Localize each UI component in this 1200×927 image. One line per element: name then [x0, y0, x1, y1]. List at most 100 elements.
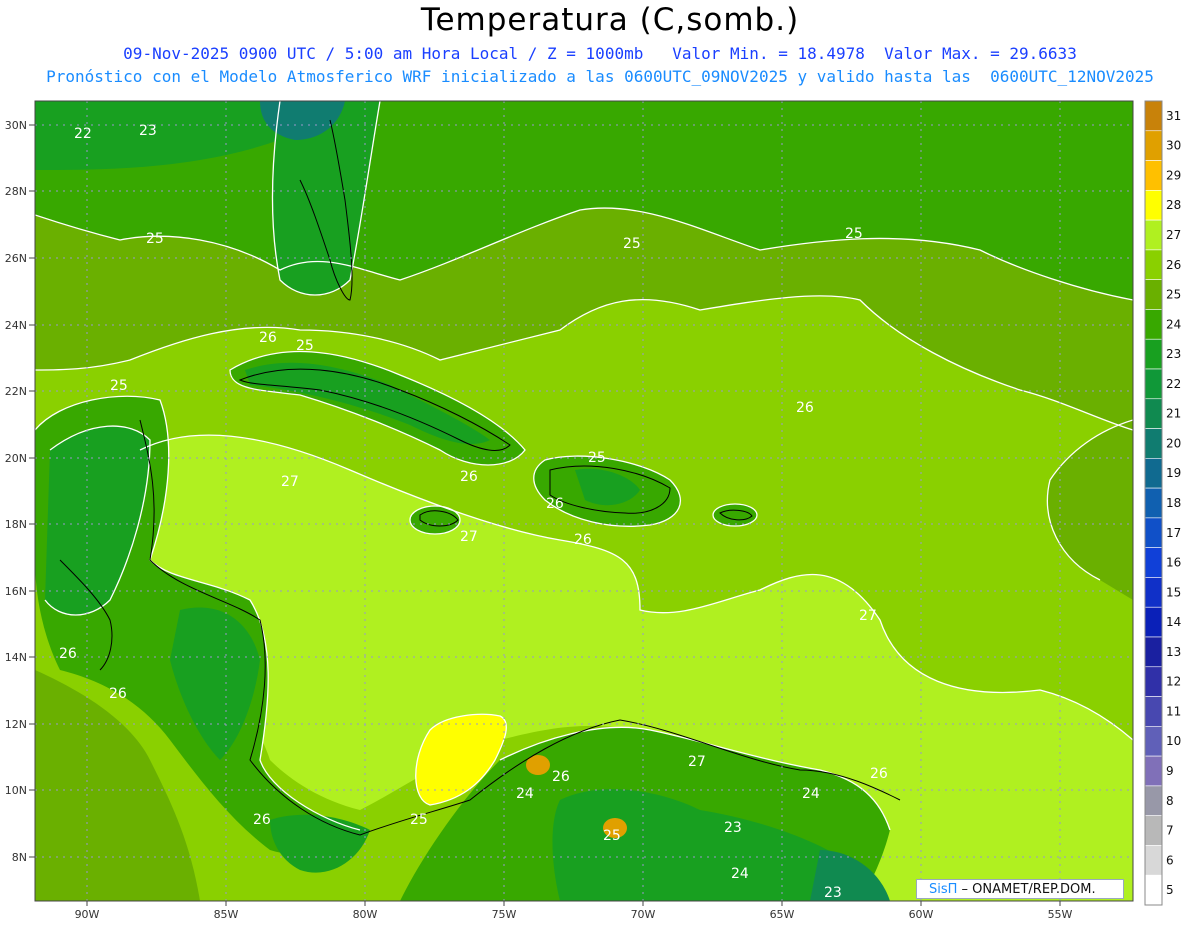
lat-label: 16N — [5, 585, 27, 598]
contour-label: 26 — [552, 769, 570, 785]
colorbar-label: 5 — [1166, 883, 1174, 897]
contour-label: 26 — [460, 469, 478, 485]
colorbar-label: 21 — [1166, 407, 1181, 421]
colorbar-label: 9 — [1166, 764, 1174, 778]
colorbar-swatch — [1144, 755, 1163, 787]
credit-box: SisΠ – ONAMET/REP.DOM. — [916, 879, 1124, 899]
colorbar-label: 26 — [1166, 258, 1181, 272]
colorbar-swatch — [1144, 874, 1163, 906]
contour-label: 25 — [296, 338, 314, 354]
colorbar-label: 10 — [1166, 734, 1181, 748]
lat-label: 28N — [5, 185, 27, 198]
contour-label: 27 — [281, 474, 299, 490]
colorbar-swatch — [1144, 309, 1163, 340]
contour-label: 27 — [688, 754, 706, 770]
colorbar-swatch — [1144, 517, 1163, 548]
colorbar-label: 30 — [1166, 139, 1181, 153]
lat-label: 8N — [12, 851, 27, 864]
colorbar-swatch — [1144, 428, 1163, 459]
lat-label: 26N — [5, 252, 27, 265]
colorbar-label: 8 — [1166, 794, 1174, 808]
colorbar-swatch — [1144, 785, 1163, 816]
lon-axis: 90W 85W 80W 75W 70W 65W 60W 55W — [75, 908, 1073, 921]
lat-label: 12N — [5, 718, 27, 731]
colorbar-swatch — [1144, 547, 1163, 578]
colorbar-label: 13 — [1166, 645, 1181, 659]
colorbar-swatch — [1144, 338, 1163, 370]
contour-label: 27 — [859, 608, 877, 624]
lon-label: 55W — [1048, 908, 1073, 921]
colorbar-swatch — [1144, 398, 1163, 429]
colorbar-swatch — [1144, 279, 1163, 310]
contour-label: 26 — [59, 646, 77, 662]
sispi-logo: SisΠ — [929, 882, 958, 897]
contour-label: 24 — [802, 786, 820, 802]
colorbar-swatch — [1144, 845, 1163, 876]
weather-map: 22 23 25 25 25 25 26 25 26 26 26 27 26 2… — [5, 100, 1181, 921]
contour-label: 25 — [603, 828, 621, 844]
colorbar-label: 14 — [1166, 615, 1181, 629]
colorbar: 31 30 29 28 27 26 25 24 23 22 21 20 19 18 17 16 15 14 13 12… — [1144, 100, 1181, 906]
colorbar-label: 31 — [1166, 109, 1181, 123]
colorbar-label: 7 — [1166, 824, 1174, 838]
colorbar-swatch — [1144, 815, 1163, 846]
contour-label: 25 — [623, 236, 641, 252]
lon-ticks — [86, 901, 1061, 906]
colorbar-label: 6 — [1166, 853, 1174, 867]
colorbar-label: 27 — [1166, 228, 1181, 242]
colorbar-swatch — [1144, 458, 1163, 489]
lat-ticks — [29, 124, 35, 858]
contour-label: 26 — [574, 532, 592, 548]
colorbar-swatch — [1144, 249, 1163, 280]
contour-label: 23 — [139, 123, 157, 139]
colorbar-label: 12 — [1166, 675, 1181, 689]
lon-label: 85W — [214, 908, 239, 921]
colorbar-label: 15 — [1166, 585, 1181, 599]
credit-text: – ONAMET/REP.DOM. — [957, 882, 1096, 897]
colorbar-swatch — [1144, 487, 1163, 519]
contour-label: 24 — [731, 866, 749, 882]
colorbar-label: 28 — [1166, 198, 1181, 212]
contour-label: 22 — [74, 126, 92, 142]
lat-label: 24N — [5, 319, 27, 332]
colorbar-label: 18 — [1166, 496, 1181, 510]
colorbar-label: 29 — [1166, 168, 1181, 182]
lat-label: 20N — [5, 452, 27, 465]
lon-label: 70W — [631, 908, 656, 921]
colorbar-swatch — [1144, 130, 1163, 161]
contour-label: 26 — [796, 400, 814, 416]
colorbar-swatch — [1144, 726, 1163, 757]
contour-label: 23 — [724, 820, 742, 836]
contour-label: 25 — [410, 812, 428, 828]
lat-label: 14N — [5, 651, 27, 664]
contour-label: 25 — [146, 231, 164, 247]
colorbar-swatch — [1144, 219, 1163, 251]
temperature-field — [35, 101, 1133, 901]
colorbar-label: 16 — [1166, 556, 1181, 570]
contour-label: 26 — [870, 766, 888, 782]
lon-label: 65W — [770, 908, 795, 921]
colorbar-swatch — [1144, 636, 1163, 668]
colorbar-swatch — [1144, 160, 1163, 191]
colorbar-swatch — [1144, 368, 1163, 400]
colorbar-label: 24 — [1166, 317, 1181, 331]
lon-label: 80W — [353, 908, 378, 921]
lat-label: 22N — [5, 385, 27, 398]
contour-label: 24 — [516, 786, 534, 802]
colorbar-label: 19 — [1166, 466, 1181, 480]
colorbar-label: 11 — [1166, 704, 1181, 718]
colorbar-label: 20 — [1166, 436, 1181, 450]
contour-label: 25 — [110, 378, 128, 394]
contour-label: 26 — [109, 686, 127, 702]
contour-label: 23 — [824, 885, 842, 901]
contour-label: 27 — [460, 529, 478, 545]
contour-label: 26 — [259, 330, 277, 346]
contour-label: 25 — [845, 226, 863, 242]
lon-label: 60W — [909, 908, 934, 921]
lat-label: 30N — [5, 119, 27, 132]
lon-label: 90W — [75, 908, 100, 921]
colorbar-swatch — [1144, 190, 1163, 221]
colorbar-swatch — [1144, 606, 1163, 638]
contour-label: 25 — [588, 450, 606, 466]
colorbar-swatch — [1144, 100, 1163, 132]
